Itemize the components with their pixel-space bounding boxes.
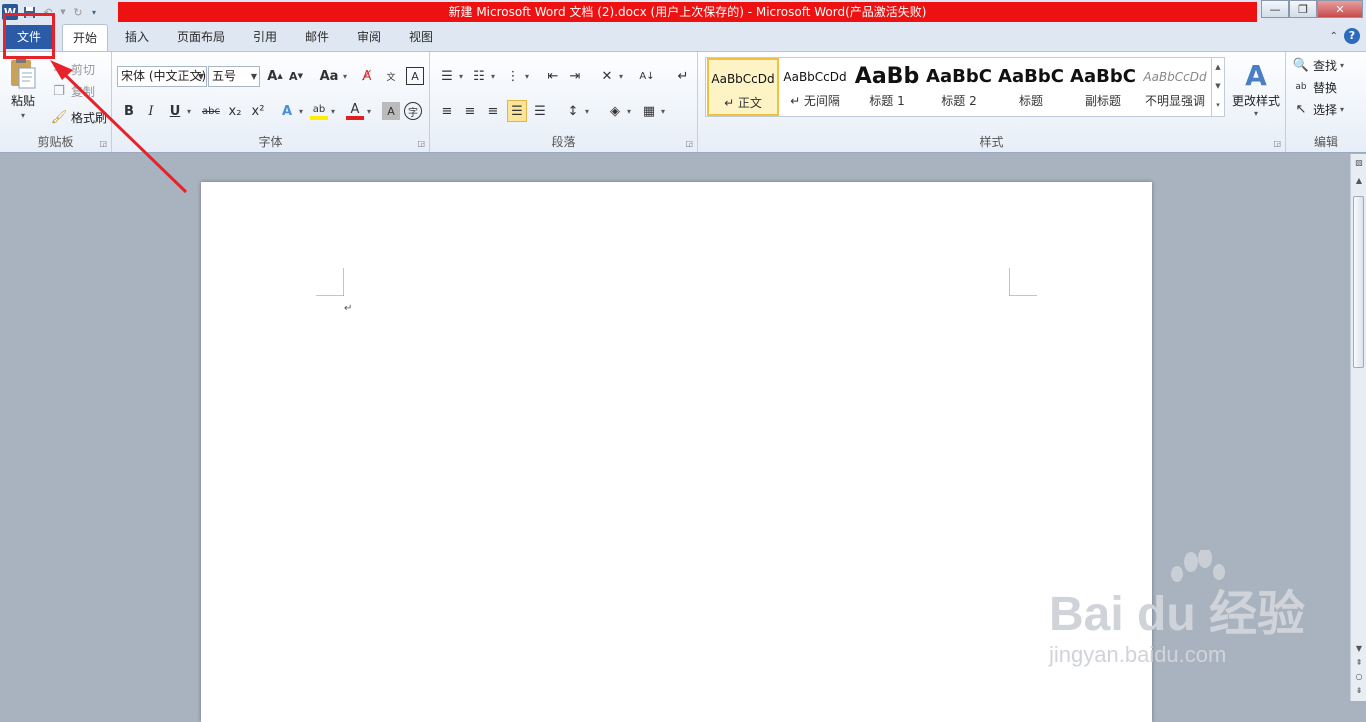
watermark-url: jingyan.baidu.com [1048, 642, 1226, 667]
watermark-brand: Bai du 经验 [1049, 588, 1305, 641]
baidu-jingyan-watermark: Bai du 经验 jingyan.baidu.com [1048, 550, 1305, 667]
